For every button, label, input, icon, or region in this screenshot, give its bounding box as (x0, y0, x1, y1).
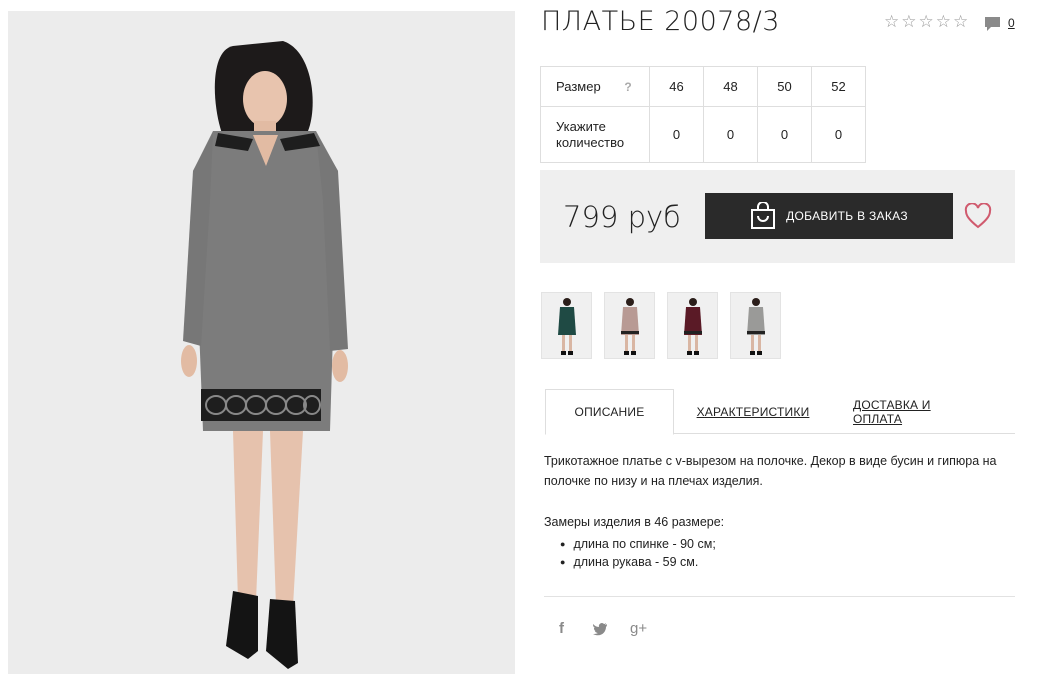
twitter-icon[interactable] (592, 622, 608, 636)
thumbnail-gallery (541, 292, 781, 359)
thumbnail-image (542, 293, 591, 358)
tab-delivery[interactable]: ДОСТАВКА И ОПЛАТА (853, 389, 983, 434)
thumbnail-green[interactable] (541, 292, 592, 359)
star-icon[interactable]: ☆ (936, 13, 951, 31)
tab-description[interactable]: ОПИСАНИЕ (545, 389, 674, 435)
star-icon[interactable]: ☆ (901, 13, 916, 31)
size-table: Размер ? 46 48 50 52 Укажите количество … (540, 66, 866, 163)
comments-count-link[interactable]: 0 (1008, 16, 1015, 30)
product-tabs: ОПИСАНИЕ ХАРАКТЕРИСТИКИ ДОСТАВКА И ОПЛАТ… (545, 389, 1015, 435)
dress-shape (558, 307, 576, 335)
measure-item: длина по спинке - 90 см; (560, 536, 715, 554)
size-label: Размер (556, 79, 601, 94)
size-option: 50 (757, 66, 812, 107)
price-box: 799 руб ДОБАВИТЬ В ЗАКАЗ (540, 170, 1015, 263)
star-icon[interactable]: ☆ (919, 13, 934, 31)
size-option: 46 (649, 66, 704, 107)
help-icon[interactable]: ? (624, 80, 631, 94)
measures-title: Замеры изделия в 46 размере: (544, 515, 725, 529)
google-plus-icon[interactable]: g+ (630, 620, 647, 637)
thumbnail-image (731, 293, 780, 358)
size-option: 52 (811, 66, 866, 107)
facebook-icon[interactable]: f (559, 620, 564, 637)
star-icon[interactable]: ☆ (884, 13, 899, 31)
thumbnail-burgundy[interactable] (667, 292, 718, 359)
measures-list: длина по спинке - 90 см; длина рукава - … (560, 536, 716, 572)
heart-icon[interactable] (964, 203, 992, 229)
comment-icon[interactable] (984, 16, 1001, 33)
star-icon[interactable]: ☆ (953, 13, 968, 31)
price: 799 руб (563, 200, 681, 234)
qty-label: Укажите количество (556, 118, 625, 150)
product-description: Трикотажное платье с v-вырезом на полочк… (544, 454, 997, 488)
add-to-cart-button[interactable]: ДОБАВИТЬ В ЗАКАЗ (705, 193, 953, 239)
qty-input-46[interactable]: 0 (649, 106, 704, 163)
qty-input-52[interactable]: 0 (811, 106, 866, 163)
divider (544, 596, 1015, 597)
qty-input-48[interactable]: 0 (703, 106, 758, 163)
measure-item: длина рукава - 59 см. (560, 554, 716, 572)
thumbnail-image (668, 293, 717, 358)
thumbnail-image (605, 293, 654, 358)
rating-stars[interactable]: ☆ ☆ ☆ ☆ ☆ (884, 13, 968, 31)
tab-characteristics[interactable]: ХАРАКТЕРИСТИКИ (693, 389, 813, 434)
product-main-image[interactable] (8, 11, 515, 674)
thumbnail-pink[interactable] (604, 292, 655, 359)
qty-input-50[interactable]: 0 (757, 106, 812, 163)
add-to-cart-label: ДОБАВИТЬ В ЗАКАЗ (786, 209, 908, 223)
thumbnail-grey[interactable] (730, 292, 781, 359)
size-option: 48 (703, 66, 758, 107)
size-label-cell: Размер ? (540, 66, 650, 107)
shopping-bag-icon (751, 202, 776, 229)
qty-label-cell: Укажите количество (540, 106, 650, 163)
product-title: ПЛАТЬЕ 20078/3 (541, 6, 780, 37)
